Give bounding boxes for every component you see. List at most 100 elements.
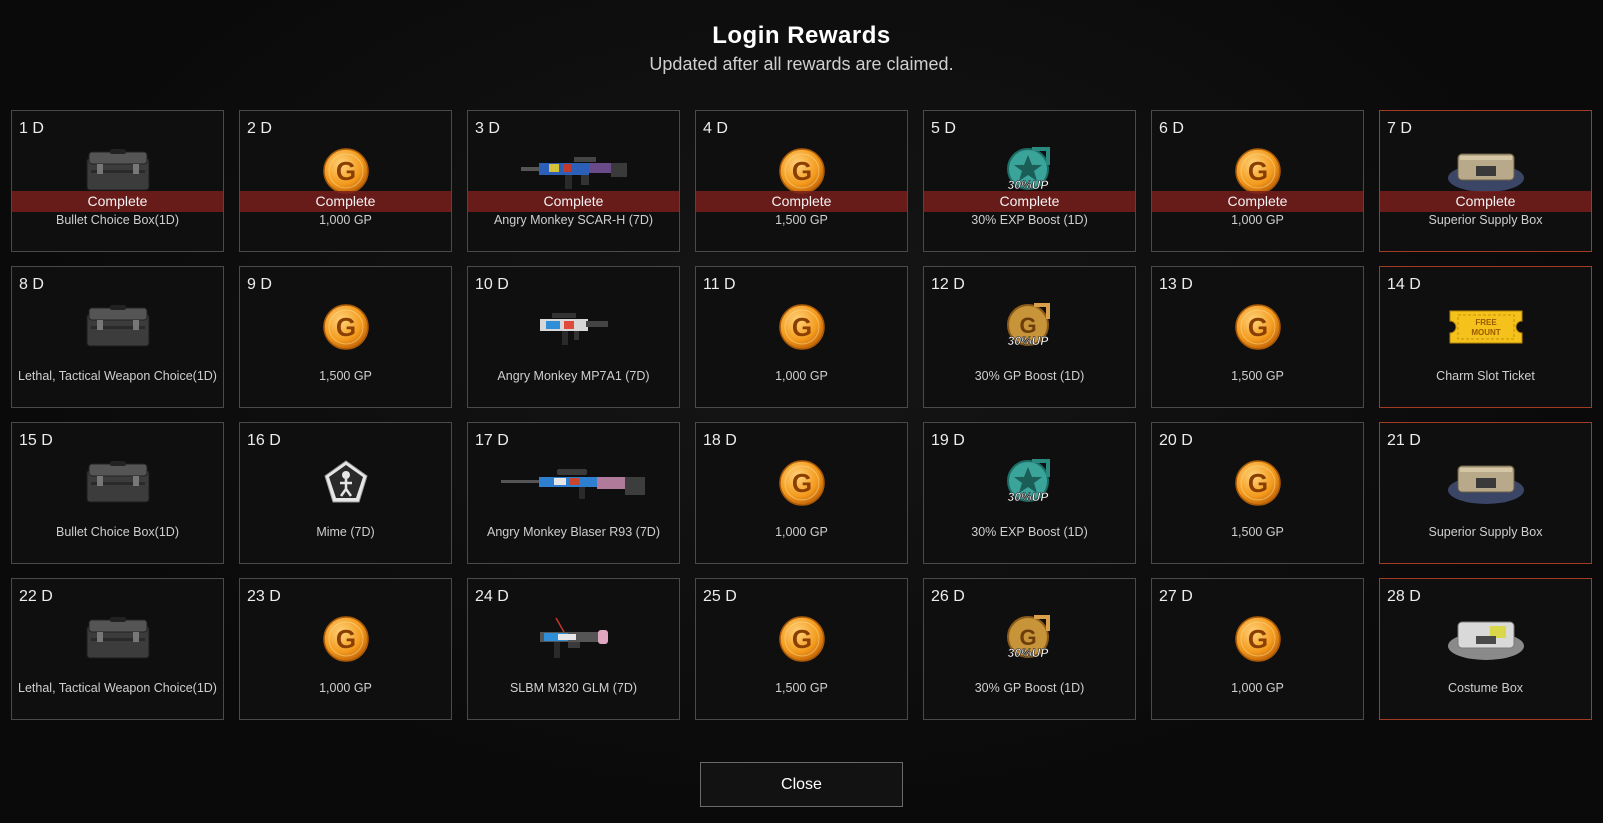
reward-card-day-20[interactable]: 20 D G 1,500 GP <box>1151 422 1364 564</box>
reward-card-day-17[interactable]: 17 D Angry Monkey Blaser R93 (7D) <box>467 422 680 564</box>
reward-card-day-8[interactable]: 8 D Lethal, Tactical Weapon Choice(1D) <box>11 266 224 408</box>
reward-card-day-22[interactable]: 22 D Lethal, Tactical Weapon Choice(1D) <box>11 578 224 720</box>
svg-text:30%UP: 30%UP <box>1007 490 1049 504</box>
svg-text:G: G <box>1247 468 1267 498</box>
reward-card-day-1[interactable]: 1 D Complete Bullet Choice Box(1D) <box>11 110 224 252</box>
reward-card-day-11[interactable]: 11 D G 1,000 GP <box>695 266 908 408</box>
reward-card-day-24[interactable]: 24 D SLBM M320 GLM (7D) <box>467 578 680 720</box>
reward-name: 1,500 GP <box>775 681 828 695</box>
rewards-grid: 1 D Complete Bullet Choice Box(1D) 2 D G Comp… <box>11 110 1592 720</box>
reward-card-day-6[interactable]: 6 D G Complete 1,000 GP <box>1151 110 1364 252</box>
reward-card-day-15[interactable]: 15 D Bullet Choice Box(1D) <box>11 422 224 564</box>
reward-card-day-27[interactable]: 27 D G 1,000 GP <box>1151 578 1364 720</box>
reward-day-label: 20 D <box>1159 432 1193 449</box>
complete-status-bar: Complete <box>468 191 679 212</box>
svg-text:G: G <box>1247 312 1267 342</box>
reward-day-label: 13 D <box>1159 276 1193 293</box>
reward-name: 1,500 GP <box>775 213 828 227</box>
smg-icon <box>468 299 679 355</box>
page-subtitle: Updated after all rewards are claimed. <box>649 54 954 74</box>
reward-card-day-28[interactable]: 28 D Costume Box <box>1379 578 1592 720</box>
reward-day-label: 7 D <box>1387 120 1412 137</box>
reward-card-day-10[interactable]: 10 D Angry Monkey MP7A1 (7D) <box>467 266 680 408</box>
reward-card-day-14[interactable]: 14 D FREE MOUNT Charm Slot Ticket <box>1379 266 1592 408</box>
gp-coin-icon: G <box>696 455 907 511</box>
reward-name: Superior Supply Box <box>1428 213 1543 227</box>
reward-name: Mime (7D) <box>316 525 375 539</box>
reward-day-label: 8 D <box>19 276 44 293</box>
reward-card-day-9[interactable]: 9 D G 1,500 GP <box>239 266 452 408</box>
reward-day-label: 22 D <box>19 588 53 605</box>
gp-coin-icon: G <box>1152 299 1363 355</box>
reward-name: 1,500 GP <box>1231 369 1284 383</box>
reward-card-day-25[interactable]: 25 D G 1,500 GP <box>695 578 908 720</box>
svg-text:G: G <box>791 156 811 186</box>
svg-text:G: G <box>1247 156 1267 186</box>
reward-card-day-3[interactable]: 3 D Complete Angry Monkey SCAR-H (7D) <box>467 110 680 252</box>
reward-day-label: 4 D <box>703 120 728 137</box>
exp-boost-icon: 30%UP <box>924 455 1135 511</box>
svg-text:30%UP: 30%UP <box>1007 178 1049 192</box>
complete-status-bar: Complete <box>1152 191 1363 212</box>
reward-card-day-7[interactable]: 7 D Complete Superior Supply Box <box>1379 110 1592 252</box>
gp-coin-icon: G <box>1152 611 1363 667</box>
reward-card-day-26[interactable]: 26 D G 30%UP 30% GP Boost (1D) <box>923 578 1136 720</box>
reward-name: Charm Slot Ticket <box>1436 369 1535 383</box>
reward-day-label: 10 D <box>475 276 509 293</box>
reward-name: 30% EXP Boost (1D) <box>971 213 1088 227</box>
reward-name: 1,000 GP <box>775 525 828 539</box>
svg-text:30%UP: 30%UP <box>1007 334 1049 348</box>
reward-card-day-5[interactable]: 5 D 30%UP Complete 30% EXP Boost (1D) <box>923 110 1136 252</box>
reward-day-label: 17 D <box>475 432 509 449</box>
reward-name: 1,000 GP <box>1231 681 1284 695</box>
reward-day-label: 12 D <box>931 276 965 293</box>
reward-day-label: 27 D <box>1159 588 1193 605</box>
reward-name: 1,500 GP <box>1231 525 1284 539</box>
reward-name: 30% GP Boost (1D) <box>974 369 1085 383</box>
reward-day-label: 1 D <box>19 120 44 137</box>
reward-day-label: 16 D <box>247 432 281 449</box>
reward-name: Angry Monkey SCAR-H (7D) <box>493 213 654 227</box>
reward-card-day-13[interactable]: 13 D G 1,500 GP <box>1151 266 1364 408</box>
supply-box-icon <box>1380 455 1591 511</box>
costume-box-icon <box>1380 611 1591 667</box>
svg-text:G: G <box>335 156 355 186</box>
reward-card-day-12[interactable]: 12 D G 30%UP 30% GP Boost (1D) <box>923 266 1136 408</box>
sniper-icon <box>468 455 679 511</box>
reward-card-day-19[interactable]: 19 D 30%UP 30% EXP Boost (1D) <box>923 422 1136 564</box>
svg-text:G: G <box>335 624 355 654</box>
reward-name: Superior Supply Box <box>1428 525 1543 539</box>
reward-day-label: 6 D <box>1159 120 1184 137</box>
reward-name: 1,000 GP <box>319 681 372 695</box>
dialog-header: Login Rewards Updated after all rewards … <box>0 22 1603 75</box>
reward-card-day-16[interactable]: 16 D Mime (7D) <box>239 422 452 564</box>
page-title: Login Rewards <box>712 22 891 49</box>
reward-name: 1,500 GP <box>319 369 372 383</box>
reward-day-label: 21 D <box>1387 432 1421 449</box>
reward-name: 1,000 GP <box>775 369 828 383</box>
complete-status-bar: Complete <box>1380 191 1591 212</box>
reward-day-label: 18 D <box>703 432 737 449</box>
reward-name: Angry Monkey Blaser R93 (7D) <box>487 525 660 539</box>
close-button[interactable]: Close <box>700 762 903 807</box>
reward-name: 1,000 GP <box>319 213 372 227</box>
reward-day-label: 28 D <box>1387 588 1421 605</box>
reward-day-label: 5 D <box>931 120 956 137</box>
svg-text:G: G <box>335 312 355 342</box>
crate-icon <box>12 455 223 511</box>
reward-name: Angry Monkey MP7A1 (7D) <box>497 369 650 383</box>
reward-card-day-4[interactable]: 4 D G Complete 1,500 GP <box>695 110 908 252</box>
svg-text:G: G <box>791 468 811 498</box>
svg-text:30%UP: 30%UP <box>1007 646 1049 660</box>
reward-card-day-18[interactable]: 18 D G 1,000 GP <box>695 422 908 564</box>
reward-name: Lethal, Tactical Weapon Choice(1D) <box>18 369 217 383</box>
reward-card-day-23[interactable]: 23 D G 1,000 GP <box>239 578 452 720</box>
reward-name: Costume Box <box>1447 681 1524 695</box>
reward-day-label: 9 D <box>247 276 272 293</box>
reward-card-day-21[interactable]: 21 D Superior Supply Box <box>1379 422 1592 564</box>
reward-card-day-2[interactable]: 2 D G Complete 1,000 GP <box>239 110 452 252</box>
crate-icon <box>12 299 223 355</box>
gp-coin-icon: G <box>240 611 451 667</box>
reward-day-label: 15 D <box>19 432 53 449</box>
svg-text:G: G <box>791 624 811 654</box>
